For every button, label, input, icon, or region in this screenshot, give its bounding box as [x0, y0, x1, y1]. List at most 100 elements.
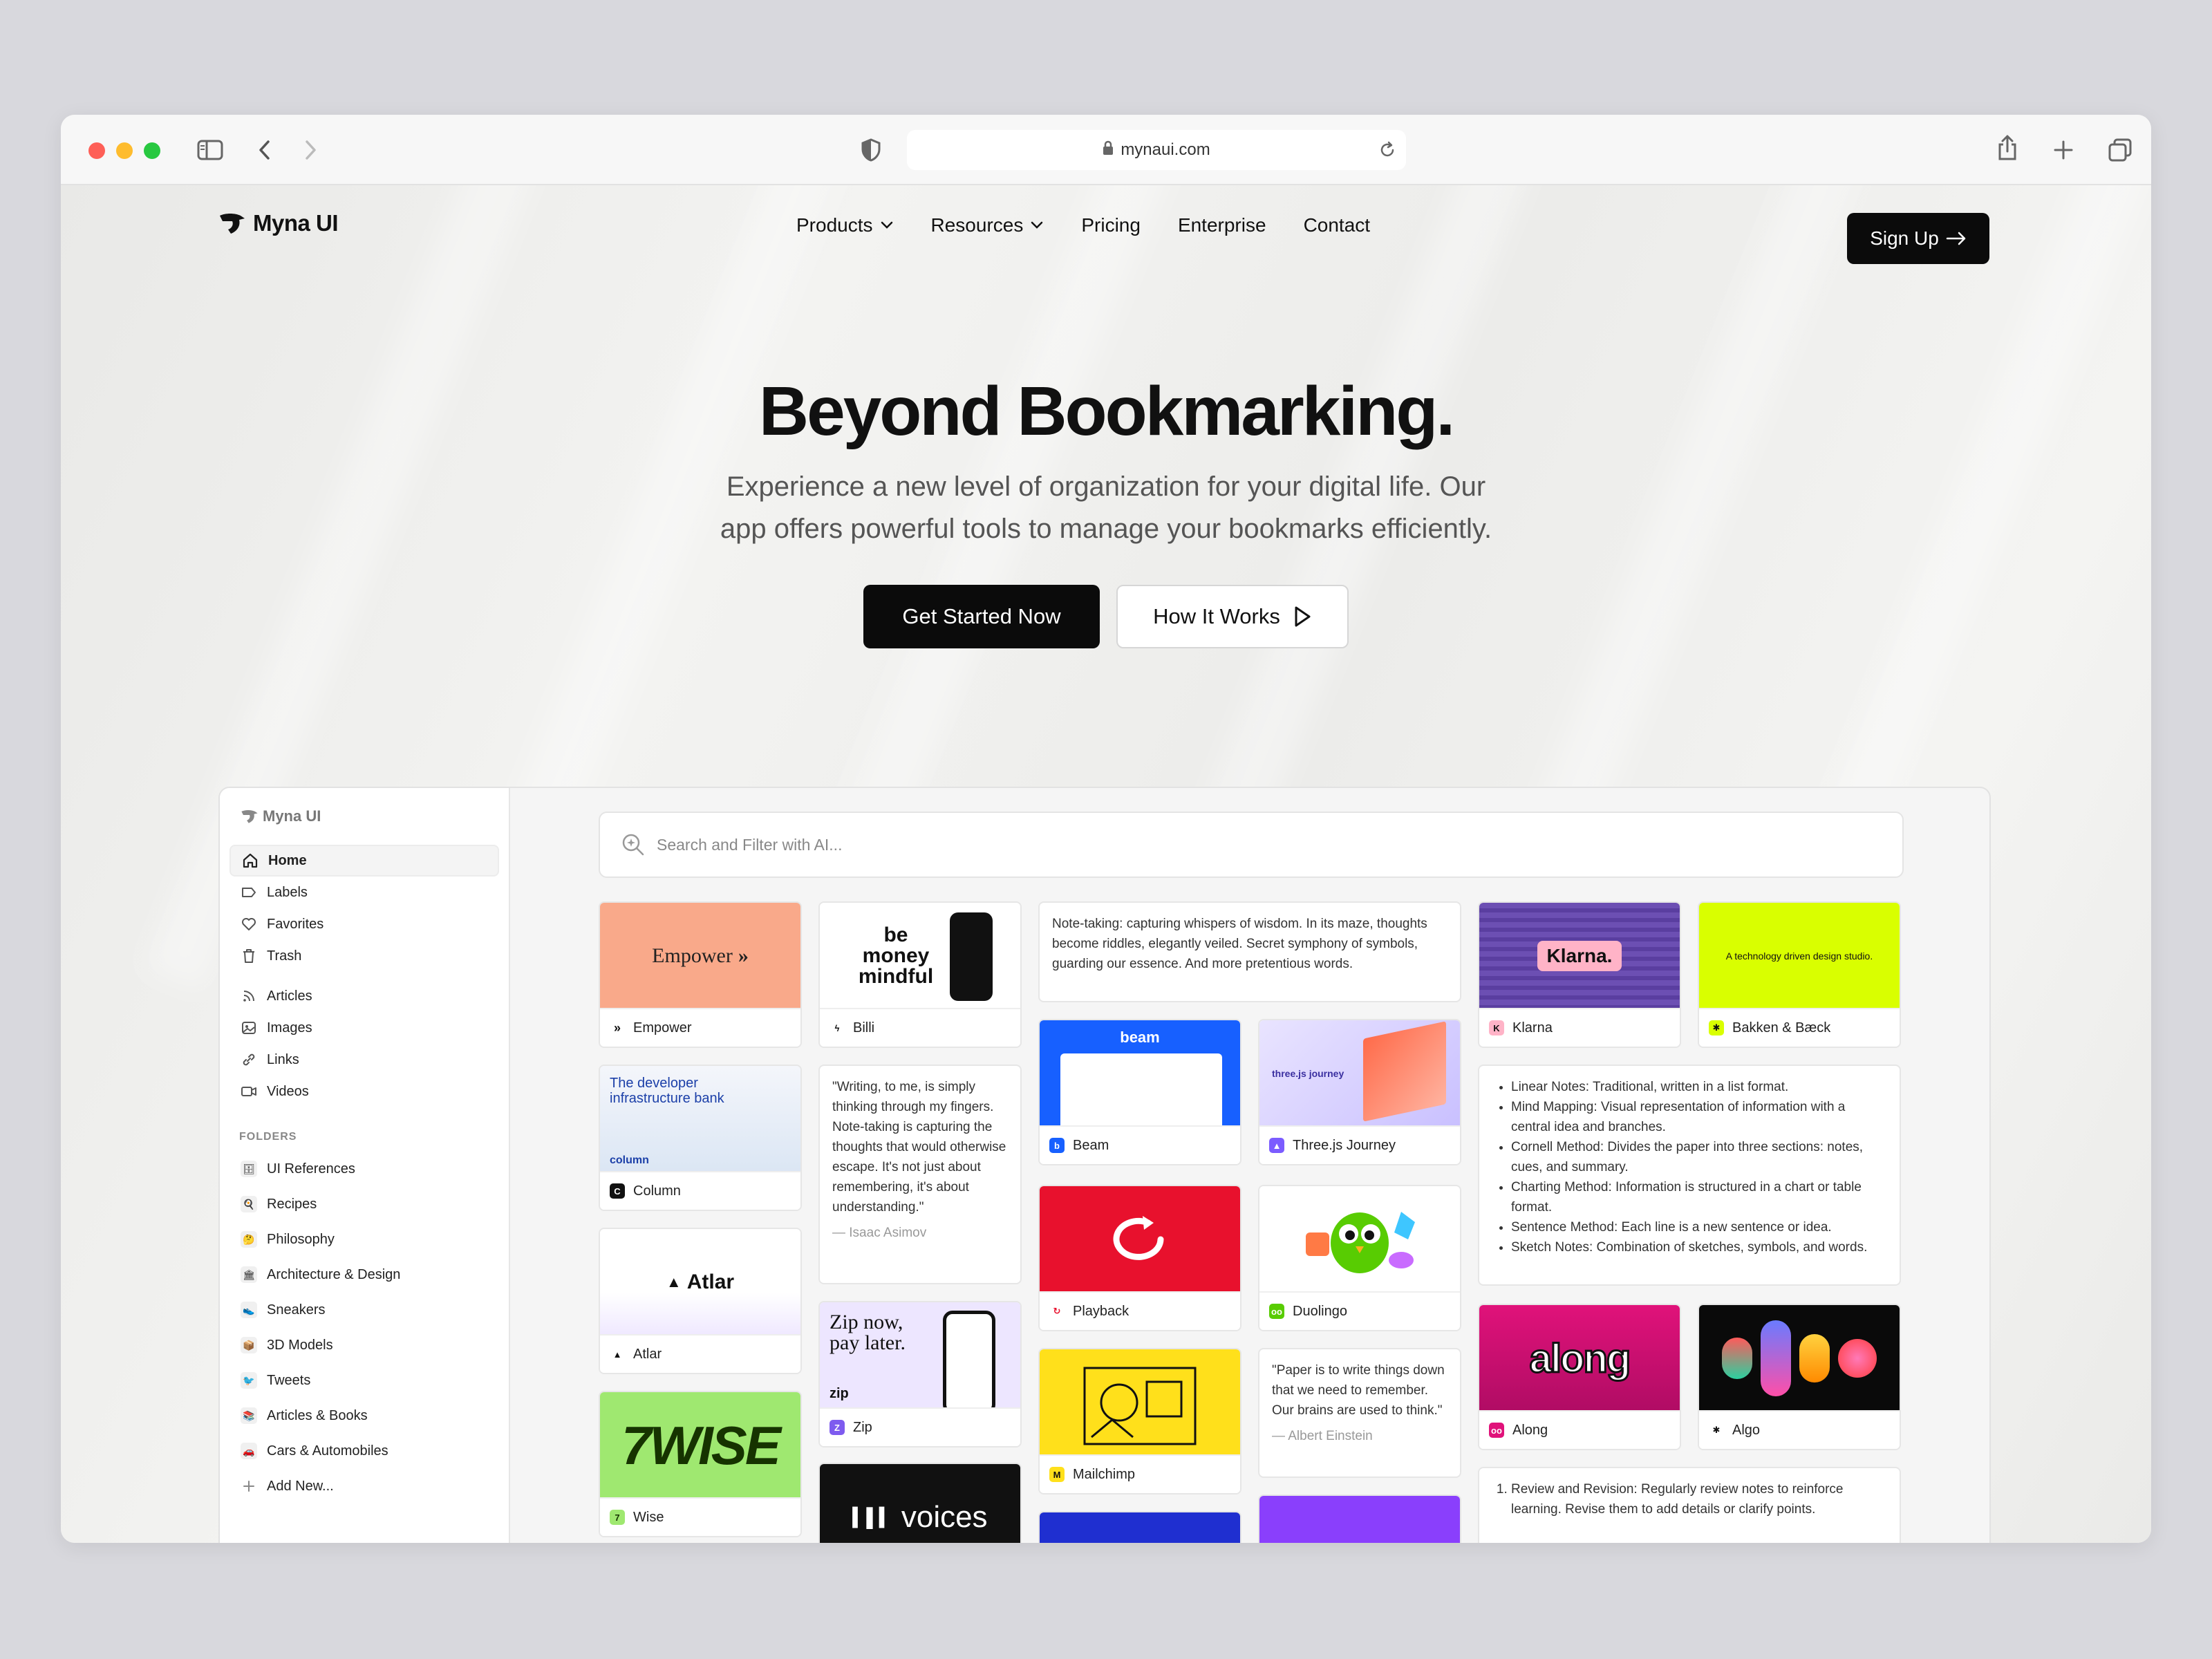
note-card-methods[interactable]: Linear Notes: Traditional, written in a … [1478, 1065, 1901, 1286]
card-title: Duolingo [1293, 1303, 1347, 1319]
card-caption: K Klarna [1479, 1008, 1680, 1047]
nav-enterprise[interactable]: Enterprise [1178, 214, 1266, 236]
nav-contact[interactable]: Contact [1304, 214, 1371, 236]
shield-icon[interactable] [859, 137, 883, 163]
bookmark-card-zip[interactable]: Zip now, pay later. zip Z Zip [818, 1301, 1022, 1447]
note-card-review[interactable]: Review and Revision: Regularly review no… [1478, 1467, 1901, 1543]
bookmark-card-mailchimp[interactable]: M Mailchimp [1038, 1348, 1241, 1494]
bookmark-card-dark-blue[interactable] [1038, 1511, 1241, 1543]
sidebar-item-trash[interactable]: Trash [229, 940, 499, 972]
card-caption: b Beam [1040, 1125, 1240, 1164]
bakken-favicon: ✱ [1709, 1020, 1724, 1035]
play-icon [1295, 606, 1311, 627]
list-item: Cornell Method: Divides the paper into t… [1511, 1137, 1887, 1177]
heart-icon [242, 918, 256, 930]
folder-architecture[interactable]: 🏛 Architecture & Design [229, 1259, 499, 1291]
card-caption: ϟ Billi [820, 1008, 1020, 1047]
billi-favicon: ϟ [830, 1020, 845, 1035]
bookmark-card-purple[interactable] [1258, 1494, 1461, 1543]
bakken-thumbnail: A technology driven design studio. [1699, 903, 1900, 1009]
bookmark-card-voices[interactable]: ▍▌▍ voices [818, 1463, 1022, 1543]
address-bar[interactable]: mynaui.com [907, 130, 1406, 170]
folder-label: Articles & Books [267, 1407, 368, 1423]
folder-articles-books[interactable]: 📚 Articles & Books [229, 1400, 499, 1432]
threejs-favicon: ▲ [1269, 1138, 1284, 1153]
bookmark-card-algo[interactable]: ✱ Algo [1698, 1304, 1901, 1450]
sidebar-toggle-icon[interactable] [196, 138, 224, 162]
card-title: Algo [1732, 1422, 1761, 1438]
add-new-label: Add New... [267, 1478, 334, 1494]
sidebar-item-labels[interactable]: Labels [229, 877, 499, 908]
beam-thumb-text: beam [1120, 1029, 1160, 1046]
sidebar-item-images[interactable]: Images [229, 1012, 499, 1044]
bookmark-card-beam[interactable]: beam b Beam [1038, 1019, 1241, 1165]
share-icon[interactable] [1995, 134, 2020, 162]
bookmark-card-empower[interactable]: Empower» » Empower [599, 901, 802, 1048]
list-item: Sentence Method: Each line is a new sent… [1511, 1217, 1887, 1237]
bookmark-card-column[interactable]: The developer infrastructure bank column… [599, 1065, 802, 1211]
card-caption: oo Duolingo [1259, 1291, 1460, 1330]
bookmark-card-billi[interactable]: be money mindful ϟ Billi [818, 901, 1022, 1048]
algo-shape-icon [1838, 1339, 1877, 1378]
quote-card-einstein[interactable]: "Paper is to write things down that we n… [1258, 1348, 1461, 1478]
bookmark-card-atlar[interactable]: ▲ Atlar ▲ Atlar [599, 1228, 802, 1374]
folder-tweets[interactable]: 🐦 Tweets [229, 1365, 499, 1396]
close-window-button[interactable] [88, 142, 105, 159]
sidebar-item-links[interactable]: Links [229, 1044, 499, 1076]
back-icon[interactable] [254, 138, 275, 162]
sidebar-item-articles[interactable]: Articles [229, 980, 499, 1012]
signup-button[interactable]: Sign Up [1847, 213, 1989, 264]
atlar-logo-icon: ▲ [666, 1273, 682, 1291]
along-thumbnail: along [1479, 1305, 1680, 1412]
site-logo[interactable]: Myna UI [218, 210, 339, 236]
bookmark-card-along[interactable]: along oo Along [1478, 1304, 1681, 1450]
reload-icon[interactable] [1378, 141, 1396, 164]
bookmark-card-klarna[interactable]: Klarna. K Klarna [1478, 901, 1681, 1048]
quote-card-asimov[interactable]: "Writing, to me, is simply thinking thro… [818, 1065, 1022, 1284]
zip-thumb-sub: zip [830, 1386, 849, 1401]
get-started-button[interactable]: Get Started Now [863, 585, 1100, 648]
how-it-works-button[interactable]: How It Works [1116, 585, 1349, 648]
folder-philosophy[interactable]: 🤔 Philosophy [229, 1224, 499, 1255]
folder-label: Architecture & Design [267, 1266, 401, 1282]
mailchimp-favicon: M [1049, 1467, 1065, 1482]
search-placeholder: Search and Filter with AI... [657, 835, 843, 854]
bookmark-card-wise[interactable]: 7WISE 7 Wise [599, 1391, 802, 1537]
tabs-overview-icon[interactable] [2107, 137, 2133, 163]
link-icon [243, 1053, 255, 1066]
maximize-window-button[interactable] [144, 142, 160, 159]
column-thumb-text: The developer infrastructure bank [610, 1076, 724, 1106]
video-icon [241, 1087, 256, 1096]
list-item: Charting Method: Information is structur… [1511, 1177, 1887, 1217]
forward-icon[interactable] [300, 138, 321, 162]
folder-label: Recipes [267, 1196, 317, 1212]
folder-ui-references[interactable]: 🗄 UI References [229, 1153, 499, 1185]
mailchimp-thumbnail [1040, 1349, 1240, 1456]
folder-label: 3D Models [267, 1337, 333, 1353]
bookmark-card-playback[interactable]: ↻ Playback [1038, 1185, 1241, 1331]
bookmark-card-duolingo[interactable]: oo Duolingo [1258, 1185, 1461, 1331]
minimize-window-button[interactable] [116, 142, 133, 159]
folder-sneakers[interactable]: 👟 Sneakers [229, 1294, 499, 1326]
sidebar-item-home[interactable]: Home [229, 845, 499, 877]
folder-3d-models[interactable]: 📦 3D Models [229, 1329, 499, 1361]
note-card-notetaking[interactable]: Note-taking: capturing whispers of wisdo… [1038, 901, 1461, 1002]
new-tab-icon[interactable] [2052, 138, 2075, 162]
folder-recipes[interactable]: 🍳 Recipes [229, 1188, 499, 1220]
nav-products[interactable]: Products [796, 214, 894, 236]
app-brand: Myna UI [263, 807, 321, 825]
sidebar-item-videos[interactable]: Videos [229, 1076, 499, 1107]
folder-cars[interactable]: 🚗 Cars & Automobiles [229, 1435, 499, 1467]
ai-search-icon [622, 834, 644, 856]
bookmark-card-bakken[interactable]: A technology driven design studio. ✱ Bakk… [1698, 901, 1901, 1048]
nav-resources[interactable]: Resources [931, 214, 1044, 236]
site-navbar: Myna UI Products Resources Pricing Enter… [61, 198, 2151, 264]
search-input[interactable]: Search and Filter with AI... [599, 812, 1904, 878]
add-new-folder[interactable]: Add New... [229, 1470, 499, 1502]
nav-pricing[interactable]: Pricing [1081, 214, 1141, 236]
purple-thumbnail [1259, 1496, 1460, 1543]
zip-thumb-text: Zip now, pay later. [830, 1311, 906, 1354]
sidebar-item-favorites[interactable]: Favorites [229, 908, 499, 940]
methods-list: Linear Notes: Traditional, written in a … [1492, 1077, 1887, 1257]
bookmark-card-threejs[interactable]: three.js journey ▲ Three.js Journey [1258, 1019, 1461, 1165]
